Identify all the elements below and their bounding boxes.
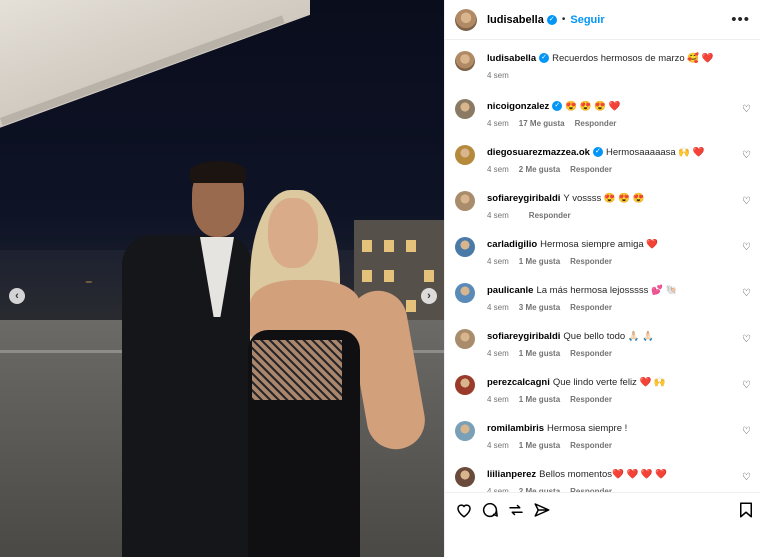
commenter-avatar[interactable] (455, 421, 475, 441)
post-caption: ludisabella ✓ Recuerdos hermosos de marzo … (455, 50, 751, 80)
comment-item: carladigilio Hermosa siempre amiga ❤️ 4 se… (455, 236, 751, 266)
commenter-username[interactable]: sofiareygiribaldi (487, 193, 560, 204)
commenter-username[interactable]: carladigilio (487, 239, 537, 250)
follow-button[interactable]: Seguir (570, 14, 604, 26)
comment-likes[interactable]: 2 Me gusta (519, 165, 560, 174)
reply-button[interactable]: Responder (570, 257, 612, 266)
send-icon[interactable] (533, 501, 551, 519)
comment-like-heart-icon[interactable]: ♡ (742, 380, 751, 391)
commenter-username[interactable]: nicoigonzalez (487, 101, 549, 112)
comment-time: 4 sem (487, 211, 509, 220)
save-bookmark-icon[interactable] (737, 501, 755, 519)
comment-text: Que lindo verte feliz ❤️ 🙌 (552, 377, 666, 388)
verified-badge-icon: ✓ (552, 101, 563, 112)
comment-item: sofiareygiribaldi Que bello todo 🙏🏻 🙏🏻 4 s… (455, 328, 751, 358)
photo-man (122, 161, 252, 557)
comment-time: 4 sem (487, 303, 509, 312)
reply-button[interactable]: Responder (570, 441, 612, 450)
post-side-panel: ludisabella ✓ • Seguir ••• ludisabella ✓ R… (444, 0, 760, 557)
reply-button[interactable]: Responder (570, 165, 612, 174)
post-photo: ‹ › (0, 0, 444, 557)
commenter-avatar[interactable] (455, 99, 475, 119)
comment-item: liilianperez Bellos momentos❤️ ❤️ ❤️ ❤️ 4 … (455, 466, 751, 492)
comment-text: Hermosaaaaasa 🙌 ❤️ (605, 147, 705, 158)
commenter-avatar[interactable] (455, 191, 475, 211)
comment-text: Que bello todo 🙏🏻 🙏🏻 (563, 331, 655, 342)
comment-bubble-icon[interactable] (481, 501, 499, 519)
share-repost-icon[interactable] (507, 501, 525, 519)
comment-time: 4 sem (487, 257, 509, 266)
commenter-avatar[interactable] (455, 145, 475, 165)
verified-badge-icon: ✓ (539, 53, 550, 64)
commenter-avatar[interactable] (455, 467, 475, 487)
comment-text: 😍 😍 😍 ❤️ (565, 101, 621, 112)
commenter-username[interactable]: diegosuarezmazzea.ok (487, 147, 590, 158)
comment-like-heart-icon[interactable]: ♡ (742, 426, 751, 437)
commenter-username[interactable]: perezcalcagni (487, 377, 550, 388)
commenter-avatar[interactable] (455, 375, 475, 395)
photo-woman (240, 190, 430, 557)
comment-likes[interactable]: 1 Me gusta (519, 349, 560, 358)
comment-time: 4 sem (487, 395, 509, 404)
chevron-right-icon: › (427, 290, 431, 302)
comment-time: 4 sem (487, 119, 509, 128)
commenter-avatar[interactable] (455, 329, 475, 349)
commenter-username[interactable]: paulicanle (487, 285, 533, 296)
comment-text: Hermosa siempre ! (547, 423, 628, 434)
comment-like-heart-icon[interactable]: ♡ (742, 242, 751, 253)
comment-likes[interactable]: 1 Me gusta (519, 395, 560, 404)
post-actions-bar (445, 492, 760, 557)
author-avatar[interactable] (455, 8, 477, 31)
comment-like-heart-icon[interactable]: ♡ (742, 196, 751, 207)
chevron-left-icon: ‹ (15, 290, 19, 302)
comment-text: La más hermosa lejosssss 💕 🐚 (536, 285, 678, 296)
reply-button[interactable]: Responder (575, 119, 617, 128)
commenter-avatar[interactable] (455, 237, 475, 257)
verified-badge-icon: ✓ (546, 14, 557, 25)
comment-item: diegosuarezmazzea.ok ✓ Hermosaaaaasa 🙌 ❤️ 4… (455, 144, 751, 174)
comment-like-heart-icon[interactable]: ♡ (742, 472, 751, 483)
reply-button[interactable]: Responder (570, 395, 612, 404)
verified-badge-icon: ✓ (592, 147, 603, 158)
carousel-prev-button[interactable]: ‹ (9, 288, 25, 304)
comment-like-heart-icon[interactable]: ♡ (742, 150, 751, 161)
reply-button[interactable]: Responder (529, 211, 571, 220)
reply-button[interactable]: Responder (570, 349, 612, 358)
comment-like-heart-icon[interactable]: ♡ (742, 288, 751, 299)
commenter-username[interactable]: liilianperez (487, 469, 536, 480)
comment-text: Hermosa siempre amiga ❤️ (540, 239, 659, 250)
comment-like-heart-icon[interactable]: ♡ (742, 104, 751, 115)
comment-text: Y vossss 😍 😍 😍 (563, 193, 645, 204)
comment-item: perezcalcagni Que lindo verte feliz ❤️ 🙌 4… (455, 374, 751, 404)
comment-item: nicoigonzalez ✓ 😍 😍 😍 ❤️ 4 sem 17 Me gusta Re… (455, 98, 751, 128)
caption-time: 4 sem (487, 71, 509, 80)
comment-time: 4 sem (487, 349, 509, 358)
caption-text: Recuerdos hermosos de marzo 🥰 ❤️ (552, 53, 714, 64)
comment-likes[interactable]: 3 Me gusta (519, 303, 560, 312)
reply-button[interactable]: Responder (570, 303, 612, 312)
caption-author-avatar[interactable] (455, 51, 475, 71)
comments-list[interactable]: ludisabella ✓ Recuerdos hermosos de marzo … (445, 40, 760, 492)
like-heart-icon[interactable] (455, 501, 473, 519)
commenter-username[interactable]: sofiareygiribaldi (487, 331, 560, 342)
commenter-avatar[interactable] (455, 283, 475, 303)
commenter-username[interactable]: romilambiris (487, 423, 544, 434)
comment-like-heart-icon[interactable]: ♡ (742, 334, 751, 345)
separator-dot: • (561, 14, 566, 25)
author-username[interactable]: ludisabella (487, 14, 544, 26)
comment-item: romilambiris Hermosa siempre ! 4 sem 1 Me g… (455, 420, 751, 450)
comment-item: paulicanle La más hermosa lejosssss 💕 🐚 4 … (455, 282, 751, 312)
comment-item: sofiareygiribaldi Y vossss 😍 😍 😍 4 sem Resp… (455, 190, 751, 220)
comment-time: 4 sem (487, 165, 509, 174)
comment-time: 4 sem (487, 441, 509, 450)
post-header: ludisabella ✓ • Seguir ••• (445, 0, 760, 40)
comment-likes[interactable]: 1 Me gusta (519, 441, 560, 450)
comment-text: Bellos momentos❤️ ❤️ ❤️ ❤️ (539, 469, 668, 480)
carousel-next-button[interactable]: › (421, 288, 437, 304)
more-options-icon[interactable]: ••• (731, 11, 750, 28)
comment-likes[interactable]: 17 Me gusta (519, 119, 565, 128)
comment-likes[interactable]: 1 Me gusta (519, 257, 560, 266)
caption-username[interactable]: ludisabella (487, 53, 536, 64)
